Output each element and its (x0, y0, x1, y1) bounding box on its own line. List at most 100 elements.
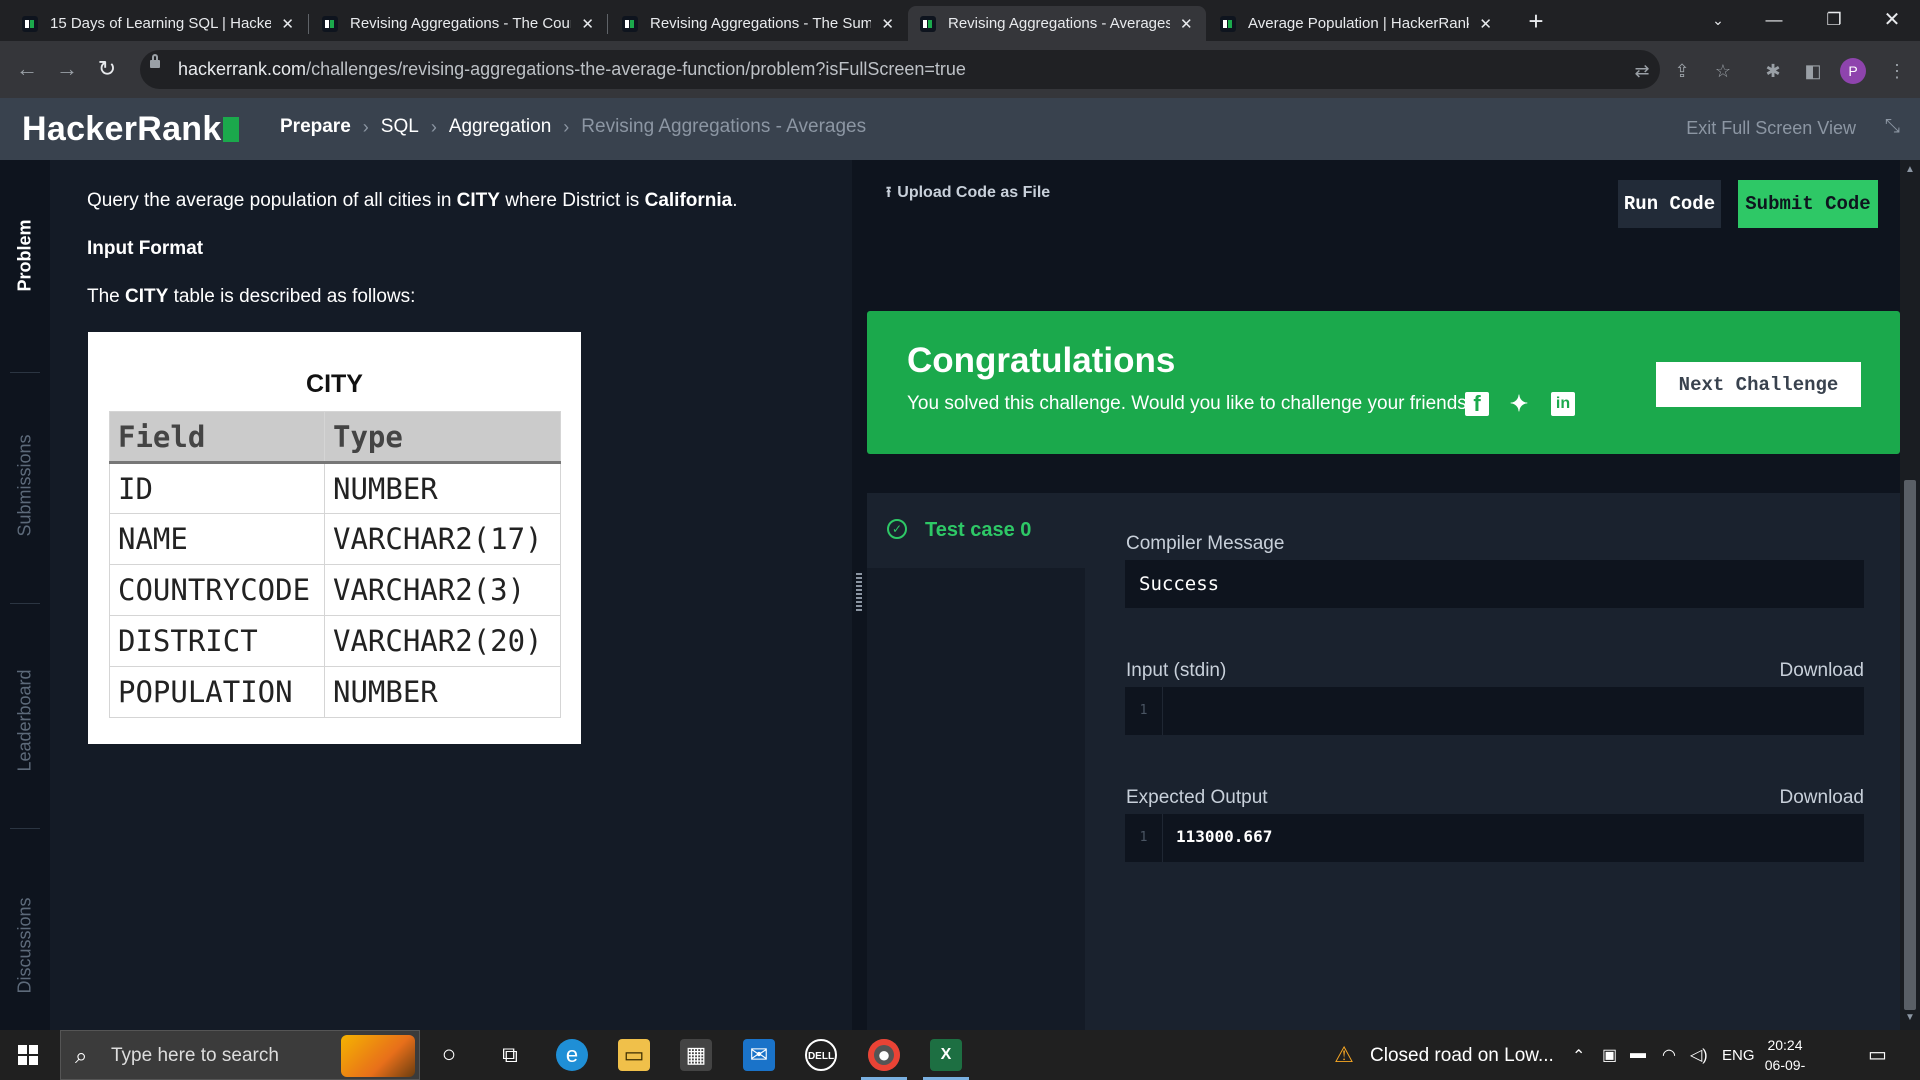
type-cell: VARCHAR2(17) (324, 513, 561, 565)
browser-tab-active[interactable]: Revising Aggregations - Averages ✕ (908, 6, 1206, 41)
close-icon[interactable]: ✕ (1180, 15, 1193, 33)
logo-mark-icon (222, 117, 239, 142)
side-panel-icon[interactable]: ◧ (1802, 60, 1824, 82)
extensions-puzzle-icon[interactable]: ✱ (1762, 60, 1784, 82)
facebook-icon[interactable]: f (1465, 392, 1489, 416)
close-icon[interactable]: ✕ (581, 15, 594, 33)
share-icon[interactable]: ⇪ (1671, 60, 1693, 82)
edge-browser-icon[interactable]: e (556, 1039, 588, 1071)
close-icon[interactable]: ✕ (1479, 15, 1492, 33)
field-cell: POPULATION (109, 666, 325, 718)
tab-divider (308, 14, 309, 34)
file-explorer-icon[interactable]: ▭ (618, 1039, 650, 1071)
task-view-icon[interactable]: ⧉ (494, 1039, 526, 1071)
translate-icon[interactable]: ⇄ (1631, 60, 1653, 82)
table-row: ID NUMBER (109, 462, 561, 514)
browser-tab[interactable]: Revising Aggregations - The Count Functi… (310, 6, 606, 41)
notifications-icon[interactable]: ▭ (1868, 1042, 1887, 1067)
close-window-button[interactable]: ✕ (1864, 0, 1920, 41)
breadcrumb: Prepare › SQL › Aggregation › Revising A… (280, 116, 866, 138)
expected-output-value: 113000.667 (1176, 827, 1273, 846)
collapse-icon[interactable]: ⤡ (1885, 116, 1900, 138)
breadcrumb-prepare[interactable]: Prepare (280, 116, 351, 138)
run-code-button[interactable]: Run Code (1618, 180, 1721, 228)
upload-code-link[interactable]: ⭱ Upload Code as File (886, 182, 1050, 207)
search-icon: ⌕ (75, 1043, 88, 1068)
scroll-up-icon[interactable]: ▲ (1900, 164, 1920, 175)
news-ticker[interactable]: Closed road on Low... (1370, 1045, 1554, 1067)
submit-code-button[interactable]: Submit Code (1738, 180, 1878, 228)
scroll-thumb[interactable] (1904, 480, 1916, 1010)
compiler-message-value: Success (1139, 573, 1220, 595)
mail-icon[interactable]: ✉ (743, 1039, 775, 1071)
hackerrank-logo[interactable]: HackerRank (22, 110, 239, 149)
table-row: COUNTRYCODE VARCHAR2(3) (109, 564, 561, 616)
exit-fullscreen-link[interactable]: Exit Full Screen View (1686, 118, 1856, 139)
type-cell: NUMBER (324, 666, 561, 718)
close-icon[interactable]: ✕ (281, 15, 294, 33)
wifi-icon[interactable]: ◠ (1662, 1045, 1676, 1065)
volume-icon[interactable]: ◁) (1690, 1045, 1708, 1065)
tab-discussions[interactable]: Discussions (0, 870, 50, 1020)
test-results-panel: ✓ Test case 0 Compiler Message Success I… (867, 493, 1900, 1030)
expected-download-link[interactable]: Download (1780, 787, 1865, 809)
battery-icon[interactable]: ▬ (1630, 1045, 1646, 1063)
browser-tab[interactable]: Revising Aggregations - The Sum Function… (610, 6, 906, 41)
next-challenge-button[interactable]: Next Challenge (1656, 362, 1861, 407)
taskbar-search[interactable]: ⌕ Type here to search (60, 1030, 420, 1080)
table-row: POPULATION NUMBER (109, 666, 561, 718)
minimize-button[interactable]: — (1746, 0, 1802, 41)
new-tab-button[interactable]: + (1520, 6, 1552, 38)
profile-avatar[interactable]: P (1840, 58, 1866, 84)
search-highlight-image (341, 1035, 415, 1077)
scroll-down-icon[interactable]: ▼ (1900, 1012, 1920, 1023)
browser-tab[interactable]: 15 Days of Learning SQL | HackerRank ✕ (10, 6, 306, 41)
meet-now-icon[interactable]: ▣ (1602, 1045, 1617, 1065)
pane-splitter[interactable] (852, 160, 866, 1030)
type-cell: VARCHAR2(3) (324, 564, 561, 616)
congrats-title: Congratulations (907, 341, 1176, 380)
linkedin-icon[interactable]: in (1551, 392, 1575, 416)
breadcrumb-aggregation[interactable]: Aggregation (449, 116, 551, 138)
expected-output-box: 1 113000.667 (1125, 814, 1864, 862)
close-icon[interactable]: ✕ (881, 15, 894, 33)
check-circle-icon: ✓ (887, 519, 907, 539)
browser-tab[interactable]: Average Population | HackerRank ✕ (1208, 6, 1504, 41)
back-arrow-icon[interactable]: ← (13, 55, 41, 83)
input-download-link[interactable]: Download (1780, 660, 1865, 682)
table-row: NAME VARCHAR2(17) (109, 513, 561, 565)
tab-problem[interactable]: Problem (0, 180, 50, 330)
more-menu-icon[interactable]: ⋮ (1886, 60, 1908, 82)
column-header: Type (324, 411, 561, 464)
chrome-icon[interactable]: ● (868, 1039, 900, 1071)
rail-divider (10, 372, 40, 373)
url-text[interactable]: hackerrank.com/challenges/revising-aggre… (178, 59, 966, 80)
star-icon[interactable]: ☆ (1712, 60, 1734, 82)
chevron-right-icon: › (362, 116, 369, 137)
test-case-list: ✓ Test case 0 (867, 493, 1085, 1030)
page-scrollbar[interactable]: ▲ ▼ (1900, 160, 1920, 1030)
input-format-heading: Input Format (87, 238, 204, 259)
twitter-icon[interactable]: ✦ (1507, 392, 1531, 416)
field-cell: COUNTRYCODE (109, 564, 325, 616)
drag-handle-icon[interactable] (856, 573, 862, 613)
cortana-icon[interactable]: ○ (433, 1039, 465, 1071)
restore-button[interactable]: ❐ (1806, 0, 1862, 41)
breadcrumb-sql[interactable]: SQL (381, 116, 419, 138)
excel-icon[interactable]: X (930, 1039, 962, 1071)
windows-start-icon[interactable] (18, 1045, 38, 1065)
forward-arrow-icon[interactable]: → (53, 55, 81, 83)
tab-submissions[interactable]: Submissions (0, 410, 50, 560)
system-clock[interactable]: 20:24 06-09-2023 (1750, 1035, 1820, 1080)
table-row: DISTRICT VARCHAR2(20) (109, 615, 561, 667)
tab-leaderboard[interactable]: Leaderboard (0, 640, 50, 800)
reload-icon[interactable]: ↻ (93, 55, 121, 83)
traffic-news-icon[interactable]: ⚠ (1328, 1039, 1360, 1071)
input-stdin-box: 1 (1125, 687, 1864, 735)
input-stdin-label: Input (stdin) (1126, 660, 1227, 681)
dell-icon[interactable]: DELL (805, 1039, 837, 1071)
test-case-item[interactable]: ✓ Test case 0 (867, 493, 1085, 568)
tab-search-chevron-icon[interactable]: ⌄ (1690, 0, 1746, 41)
chevron-up-icon[interactable]: ⌃ (1572, 1046, 1585, 1066)
microsoft-store-icon[interactable]: ▦ (680, 1039, 712, 1071)
